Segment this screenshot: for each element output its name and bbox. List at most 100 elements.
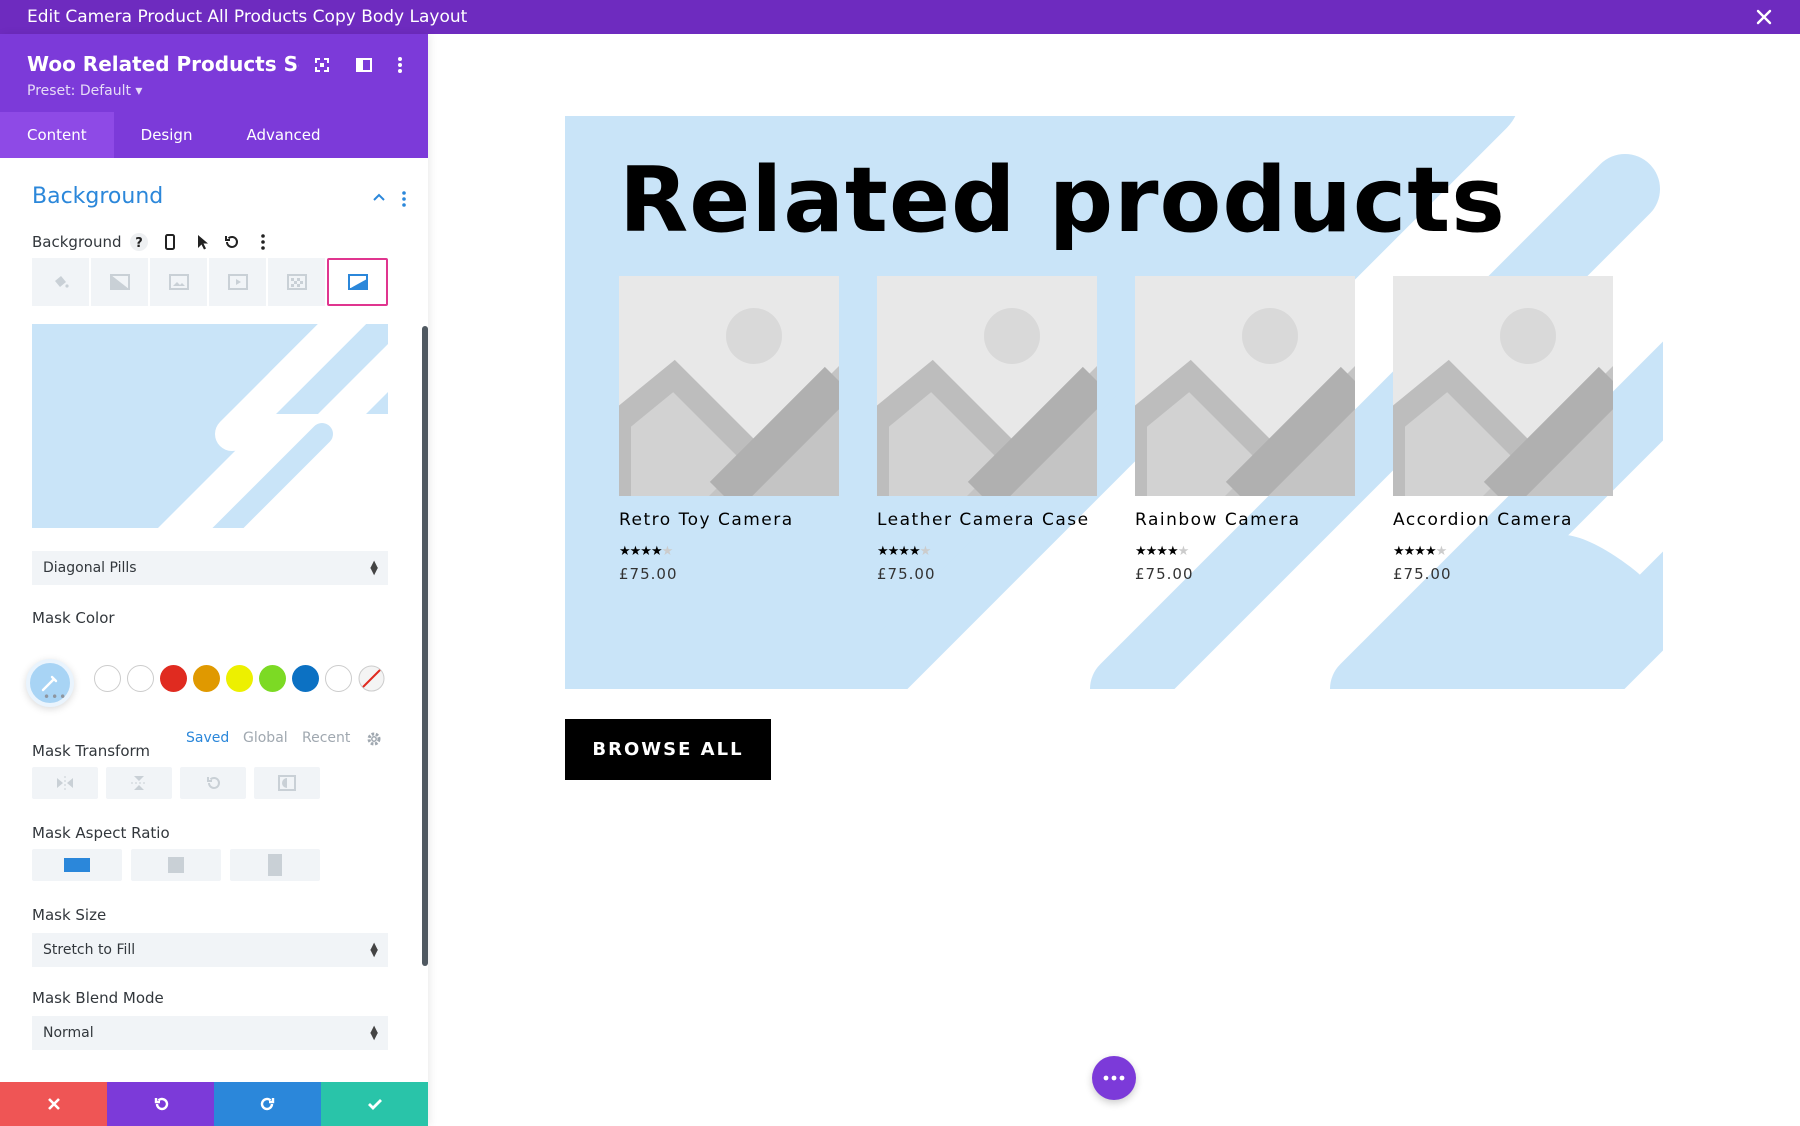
panel-scrollbar[interactable] [422, 326, 428, 966]
product-rating: ★★★★★ [619, 544, 673, 559]
swatch-yellow[interactable] [226, 665, 253, 692]
product-price: £75.00 [1393, 565, 1452, 583]
bg-tab-gradient[interactable] [91, 258, 148, 306]
bg-tab-video[interactable] [209, 258, 266, 306]
fullscreen-icon[interactable] [311, 54, 333, 76]
select-arrows-icon: ▲ ▼ [370, 941, 378, 959]
save-button[interactable] [321, 1082, 428, 1126]
color-tab-saved[interactable]: Saved [186, 730, 229, 746]
browse-all-button[interactable]: BROWSE ALL [565, 719, 771, 780]
undo-button[interactable] [107, 1082, 214, 1126]
checkmark-icon [367, 1099, 382, 1110]
bg-tab-mask[interactable] [327, 258, 388, 306]
chevron-up-icon[interactable] [371, 189, 387, 205]
no-color-icon[interactable] [358, 665, 385, 692]
product-card[interactable]: Accordion Camera ★★★★★ £75.00 [1393, 276, 1613, 583]
tab-advanced[interactable]: Advanced [219, 112, 347, 158]
related-products-section[interactable]: Related products Retro Toy Camera ★★★★★ … [565, 116, 1663, 689]
swatch-green[interactable] [259, 665, 286, 692]
bg-tab-image[interactable] [150, 258, 207, 306]
settings-panel: Woo Related Products Setti... Preset: De… [0, 34, 428, 1126]
video-icon [227, 274, 248, 290]
rotate-button[interactable] [180, 767, 246, 799]
window-title-bar: Edit Camera Product All Products Copy Bo… [0, 0, 1800, 34]
window-title: Edit Camera Product All Products Copy Bo… [27, 7, 468, 27]
module-title: Woo Related Products Setti... [27, 52, 299, 76]
flip-vertical-button[interactable] [106, 767, 172, 799]
help-icon[interactable]: ? [129, 232, 149, 252]
undo-icon [154, 1097, 168, 1111]
product-name[interactable]: Retro Toy Camera [619, 510, 839, 530]
product-image-placeholder[interactable] [1135, 276, 1355, 496]
mask-transform-label: Mask Transform [32, 742, 151, 760]
product-price: £75.00 [619, 565, 678, 583]
bg-tab-color[interactable] [32, 258, 89, 306]
aspect-landscape-button[interactable] [32, 849, 122, 881]
more-options-icon[interactable] [389, 54, 411, 76]
product-card[interactable]: Leather Camera Case ★★★★★ £75.00 [877, 276, 1097, 583]
image-placeholder-icon [1135, 308, 1355, 496]
swatch-white-1[interactable] [94, 665, 121, 692]
image-placeholder-icon [1393, 308, 1613, 496]
aspect-square-button[interactable] [131, 849, 221, 881]
product-price: £75.00 [877, 565, 936, 583]
product-price: £75.00 [1135, 565, 1194, 583]
redo-button[interactable] [214, 1082, 321, 1126]
section-options-icon[interactable] [401, 190, 407, 208]
mask-size-select[interactable]: Stretch to Fill ▲ ▼ [32, 933, 388, 967]
flip-horizontal-icon [57, 776, 73, 790]
gear-icon[interactable] [366, 731, 382, 747]
page-settings-button[interactable] [1092, 1056, 1136, 1100]
tab-design[interactable]: Design [114, 112, 220, 158]
product-image-placeholder[interactable] [1393, 276, 1613, 496]
gradient-icon [109, 274, 130, 290]
mask-preview-shape [158, 324, 388, 528]
more-colors-icon[interactable]: ••• [43, 690, 67, 704]
product-image-placeholder[interactable] [619, 276, 839, 496]
close-icon [47, 1098, 60, 1110]
product-name[interactable]: Leather Camera Case [877, 510, 1097, 530]
panel-footer [0, 1082, 428, 1126]
background-type-tabs [32, 258, 388, 306]
section-title[interactable]: Background [32, 184, 163, 209]
hover-cursor-icon[interactable] [192, 232, 212, 252]
product-card[interactable]: Rainbow Camera ★★★★★ £75.00 [1135, 276, 1355, 583]
product-rating: ★★★★★ [1393, 544, 1447, 559]
reset-icon[interactable] [222, 232, 242, 252]
product-name[interactable]: Rainbow Camera [1135, 510, 1355, 530]
close-icon[interactable] [1754, 7, 1774, 27]
product-card[interactable]: Retro Toy Camera ★★★★★ £75.00 [619, 276, 839, 583]
swatch-orange[interactable] [193, 665, 220, 692]
preset-dropdown[interactable]: Preset: Default ▾ [27, 83, 142, 99]
mask-icon [347, 274, 368, 290]
svg-text:?: ? [135, 236, 143, 251]
swatch-white-2[interactable] [127, 665, 154, 692]
swatch-red[interactable] [160, 665, 187, 692]
field-options-icon[interactable] [253, 232, 273, 252]
product-image-placeholder[interactable] [877, 276, 1097, 496]
swatch-white-3[interactable] [325, 665, 352, 692]
tab-content[interactable]: Content [0, 112, 114, 158]
aspect-portrait-button[interactable] [230, 849, 320, 881]
mask-size-value: Stretch to Fill [43, 942, 136, 958]
mask-style-value: Diagonal Pills [43, 560, 137, 576]
flip-horizontal-button[interactable] [32, 767, 98, 799]
flip-vertical-icon [131, 776, 147, 790]
square-icon [168, 857, 184, 873]
color-tab-global[interactable]: Global [243, 730, 288, 746]
responsive-icon[interactable] [160, 232, 180, 252]
swatch-blue[interactable] [292, 665, 319, 692]
invert-button[interactable] [254, 767, 320, 799]
mask-blend-mode-select[interactable]: Normal ▲ ▼ [32, 1016, 388, 1050]
background-label: Background [32, 233, 122, 251]
color-tab-recent[interactable]: Recent [302, 730, 350, 746]
bg-tab-pattern[interactable] [268, 258, 325, 306]
select-arrows-icon: ▲ ▼ [370, 1024, 378, 1042]
paint-bucket-icon [54, 276, 69, 288]
mask-aspect-ratio-label: Mask Aspect Ratio [32, 824, 170, 842]
product-name[interactable]: Accordion Camera [1393, 510, 1613, 530]
more-dots-icon [1103, 1075, 1125, 1081]
split-view-icon[interactable] [353, 54, 375, 76]
mask-style-select[interactable]: Diagonal Pills ▲ ▼ [32, 551, 388, 585]
discard-button[interactable] [0, 1082, 107, 1126]
